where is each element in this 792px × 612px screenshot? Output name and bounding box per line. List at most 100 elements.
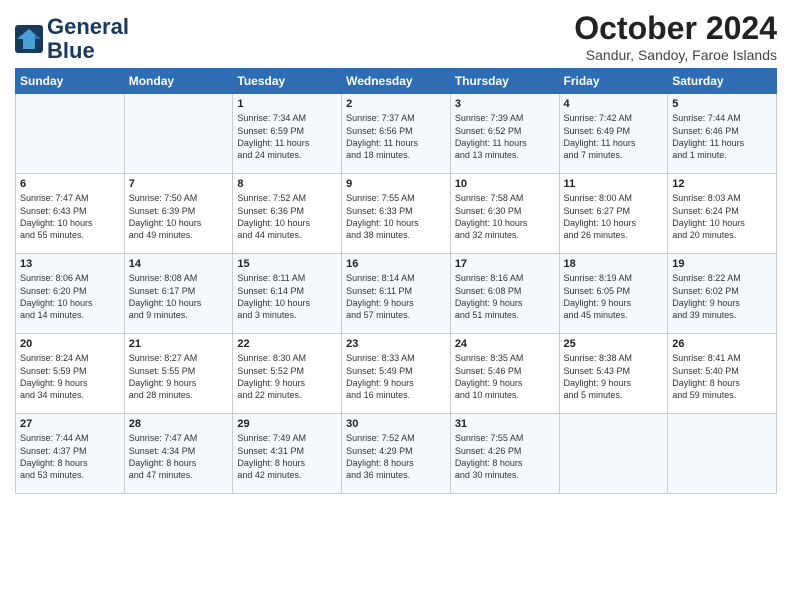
cell-info: Sunrise: 7:52 AM Sunset: 4:29 PM Dayligh… (346, 432, 446, 481)
weekday-header: Monday (124, 69, 233, 94)
day-number: 13 (20, 258, 120, 270)
day-number: 10 (455, 178, 555, 190)
weekday-header: Friday (559, 69, 668, 94)
day-number: 20 (20, 338, 120, 350)
calendar-cell: 8 Sunrise: 7:52 AM Sunset: 6:36 PM Daylig… (233, 174, 342, 254)
calendar-week-row: 6Sunrise: 7:47 AM Sunset: 6:43 PM Daylig… (16, 174, 777, 254)
calendar-cell: 20Sunrise: 8:24 AM Sunset: 5:59 PM Dayli… (16, 334, 125, 414)
cell-info: Sunrise: 7:49 AM Sunset: 4:31 PM Dayligh… (237, 432, 337, 481)
calendar-cell: 11 Sunrise: 8:00 AM Sunset: 6:27 PM Dayli… (559, 174, 668, 254)
weekday-header: Tuesday (233, 69, 342, 94)
logo-icon (15, 25, 43, 53)
calendar-cell: 10 Sunrise: 7:58 AM Sunset: 6:30 PM Dayli… (450, 174, 559, 254)
day-number: 14 (129, 258, 229, 270)
day-number: 21 (129, 338, 229, 350)
calendar-cell: 4 Sunrise: 7:42 AM Sunset: 6:49 PM Daylig… (559, 94, 668, 174)
cell-info: Sunrise: 7:34 AM Sunset: 6:59 PM Dayligh… (237, 112, 337, 161)
calendar-cell: 12Sunrise: 8:03 AM Sunset: 6:24 PM Dayli… (668, 174, 777, 254)
day-number: 1 (237, 98, 337, 110)
cell-info: Sunrise: 7:55 AM Sunset: 4:26 PM Dayligh… (455, 432, 555, 481)
day-number: 15 (237, 258, 337, 270)
calendar-cell (559, 414, 668, 494)
calendar-container: GeneralBlue October 2024 Sandur, Sandoy,… (0, 0, 792, 499)
day-number: 29 (237, 418, 337, 430)
calendar-cell: 27 Sunrise: 7:44 AM Sunset: 4:37 PM Dayli… (16, 414, 125, 494)
day-number: 11 (564, 178, 664, 190)
cell-info: Sunrise: 7:50 AM Sunset: 6:39 PM Dayligh… (129, 192, 229, 241)
title-block: October 2024 Sandur, Sandoy, Faroe Islan… (574, 10, 777, 63)
calendar-cell: 17 Sunrise: 8:16 AM Sunset: 6:08 PM Dayli… (450, 254, 559, 334)
day-number: 4 (564, 98, 664, 110)
day-number: 18 (564, 258, 664, 270)
calendar-cell: 16 Sunrise: 8:14 AM Sunset: 6:11 PM Dayli… (342, 254, 451, 334)
calendar-cell: 6Sunrise: 7:47 AM Sunset: 6:43 PM Daylig… (16, 174, 125, 254)
calendar-cell: 22 Sunrise: 8:30 AM Sunset: 5:52 PM Dayli… (233, 334, 342, 414)
weekday-header: Sunday (16, 69, 125, 94)
calendar-cell: 23 Sunrise: 8:33 AM Sunset: 5:49 PM Dayli… (342, 334, 451, 414)
cell-info: Sunrise: 8:41 AM Sunset: 5:40 PM Dayligh… (672, 352, 772, 401)
logo-text: GeneralBlue (47, 15, 129, 63)
cell-info: Sunrise: 7:44 AM Sunset: 4:37 PM Dayligh… (20, 432, 120, 481)
day-number: 8 (237, 178, 337, 190)
cell-info: Sunrise: 8:16 AM Sunset: 6:08 PM Dayligh… (455, 272, 555, 321)
month-title: October 2024 (574, 10, 777, 47)
calendar-cell: 15Sunrise: 8:11 AM Sunset: 6:14 PM Dayli… (233, 254, 342, 334)
cell-info: Sunrise: 8:35 AM Sunset: 5:46 PM Dayligh… (455, 352, 555, 401)
cell-info: Sunrise: 8:19 AM Sunset: 6:05 PM Dayligh… (564, 272, 664, 321)
cell-info: Sunrise: 8:14 AM Sunset: 6:11 PM Dayligh… (346, 272, 446, 321)
cell-info: Sunrise: 7:47 AM Sunset: 4:34 PM Dayligh… (129, 432, 229, 481)
weekday-header: Wednesday (342, 69, 451, 94)
calendar-cell: 3 Sunrise: 7:39 AM Sunset: 6:52 PM Daylig… (450, 94, 559, 174)
cell-info: Sunrise: 7:52 AM Sunset: 6:36 PM Dayligh… (237, 192, 337, 241)
cell-info: Sunrise: 7:42 AM Sunset: 6:49 PM Dayligh… (564, 112, 664, 161)
calendar-cell: 19 Sunrise: 8:22 AM Sunset: 6:02 PM Dayli… (668, 254, 777, 334)
day-number: 3 (455, 98, 555, 110)
calendar-cell (16, 94, 125, 174)
location: Sandur, Sandoy, Faroe Islands (574, 47, 777, 63)
header: GeneralBlue October 2024 Sandur, Sandoy,… (15, 10, 777, 63)
cell-info: Sunrise: 8:33 AM Sunset: 5:49 PM Dayligh… (346, 352, 446, 401)
calendar-week-row: 1 Sunrise: 7:34 AM Sunset: 6:59 PM Daylig… (16, 94, 777, 174)
calendar-cell: 28Sunrise: 7:47 AM Sunset: 4:34 PM Dayli… (124, 414, 233, 494)
calendar-week-row: 13 Sunrise: 8:06 AM Sunset: 6:20 PM Dayli… (16, 254, 777, 334)
cell-info: Sunrise: 7:58 AM Sunset: 6:30 PM Dayligh… (455, 192, 555, 241)
day-number: 27 (20, 418, 120, 430)
cell-info: Sunrise: 8:08 AM Sunset: 6:17 PM Dayligh… (129, 272, 229, 321)
calendar-cell: 5 Sunrise: 7:44 AM Sunset: 6:46 PM Daylig… (668, 94, 777, 174)
day-number: 16 (346, 258, 446, 270)
day-number: 24 (455, 338, 555, 350)
cell-info: Sunrise: 8:22 AM Sunset: 6:02 PM Dayligh… (672, 272, 772, 321)
day-number: 2 (346, 98, 446, 110)
weekday-header: Saturday (668, 69, 777, 94)
day-number: 17 (455, 258, 555, 270)
cell-info: Sunrise: 7:55 AM Sunset: 6:33 PM Dayligh… (346, 192, 446, 241)
day-number: 23 (346, 338, 446, 350)
day-number: 22 (237, 338, 337, 350)
day-number: 19 (672, 258, 772, 270)
calendar-cell: 29 Sunrise: 7:49 AM Sunset: 4:31 PM Dayli… (233, 414, 342, 494)
cell-info: Sunrise: 7:39 AM Sunset: 6:52 PM Dayligh… (455, 112, 555, 161)
day-number: 7 (129, 178, 229, 190)
calendar-table: SundayMondayTuesdayWednesdayThursdayFrid… (15, 68, 777, 494)
day-number: 5 (672, 98, 772, 110)
calendar-cell: 26Sunrise: 8:41 AM Sunset: 5:40 PM Dayli… (668, 334, 777, 414)
cell-info: Sunrise: 8:38 AM Sunset: 5:43 PM Dayligh… (564, 352, 664, 401)
cell-info: Sunrise: 8:00 AM Sunset: 6:27 PM Dayligh… (564, 192, 664, 241)
calendar-cell: 24 Sunrise: 8:35 AM Sunset: 5:46 PM Dayli… (450, 334, 559, 414)
day-number: 30 (346, 418, 446, 430)
cell-info: Sunrise: 7:44 AM Sunset: 6:46 PM Dayligh… (672, 112, 772, 161)
calendar-cell (124, 94, 233, 174)
calendar-week-row: 27 Sunrise: 7:44 AM Sunset: 4:37 PM Dayli… (16, 414, 777, 494)
cell-info: Sunrise: 8:30 AM Sunset: 5:52 PM Dayligh… (237, 352, 337, 401)
cell-info: Sunrise: 8:06 AM Sunset: 6:20 PM Dayligh… (20, 272, 120, 321)
day-number: 25 (564, 338, 664, 350)
calendar-cell: 14 Sunrise: 8:08 AM Sunset: 6:17 PM Dayli… (124, 254, 233, 334)
calendar-cell: 7 Sunrise: 7:50 AM Sunset: 6:39 PM Daylig… (124, 174, 233, 254)
weekday-header-row: SundayMondayTuesdayWednesdayThursdayFrid… (16, 69, 777, 94)
calendar-cell: 18 Sunrise: 8:19 AM Sunset: 6:05 PM Dayli… (559, 254, 668, 334)
calendar-cell: 21Sunrise: 8:27 AM Sunset: 5:55 PM Dayli… (124, 334, 233, 414)
calendar-week-row: 20Sunrise: 8:24 AM Sunset: 5:59 PM Dayli… (16, 334, 777, 414)
day-number: 12 (672, 178, 772, 190)
logo: GeneralBlue (15, 15, 129, 63)
calendar-cell: 13 Sunrise: 8:06 AM Sunset: 6:20 PM Dayli… (16, 254, 125, 334)
